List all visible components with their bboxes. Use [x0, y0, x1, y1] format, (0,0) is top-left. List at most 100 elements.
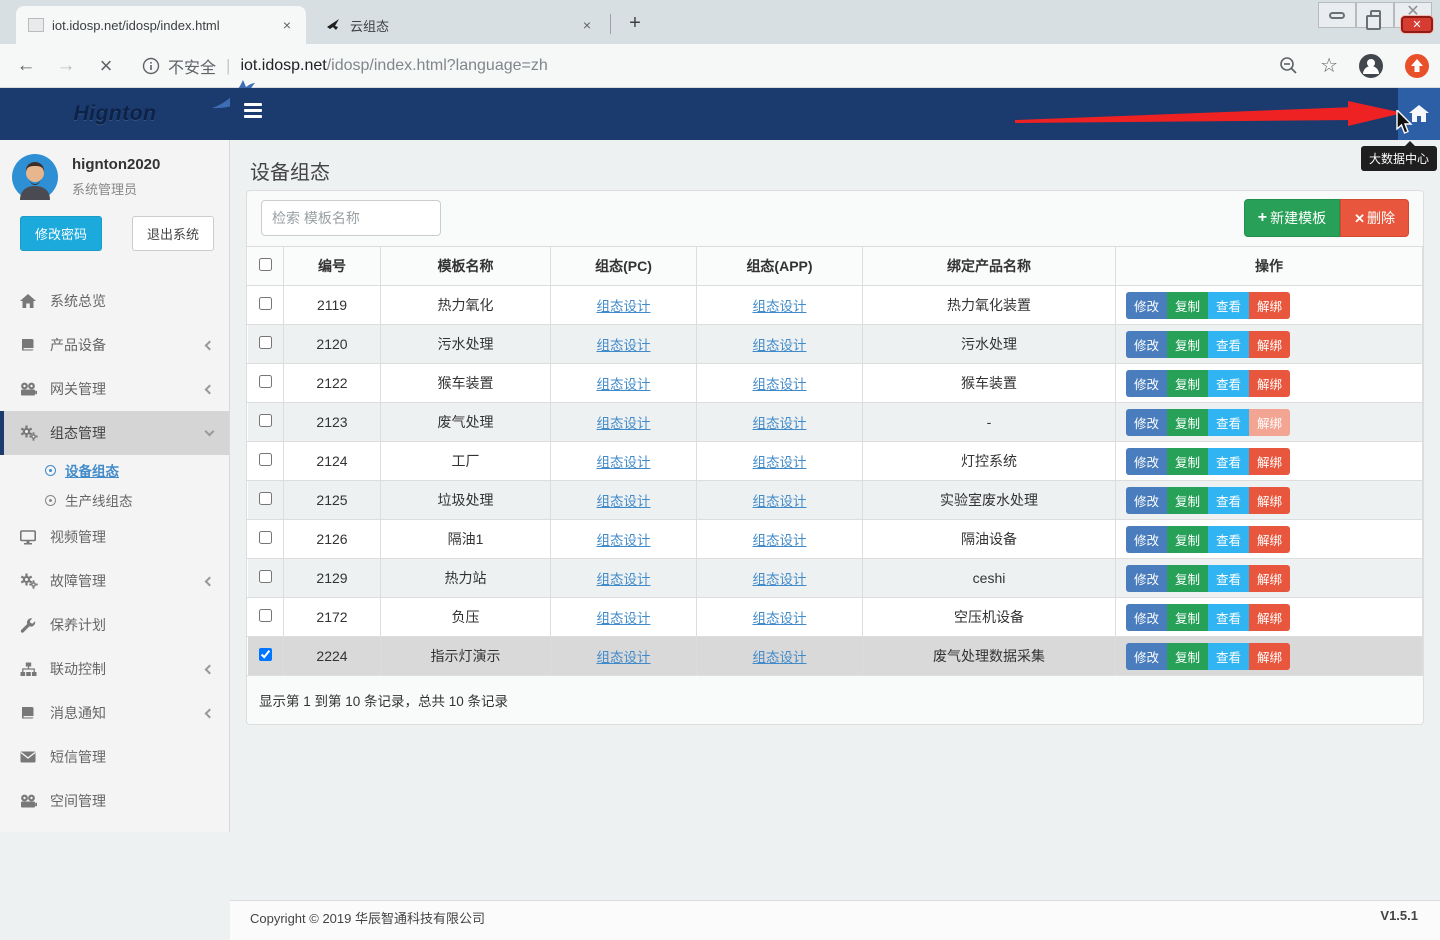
view-button[interactable]: 查看 — [1208, 604, 1249, 631]
pc-design-link[interactable]: 组态设计 — [597, 338, 651, 353]
view-button[interactable]: 查看 — [1208, 409, 1249, 436]
row-checkbox[interactable] — [259, 453, 272, 466]
bookmark-star-icon[interactable] — [1320, 53, 1338, 78]
app-design-link[interactable]: 组态设计 — [753, 455, 807, 470]
address-bar[interactable]: 不安全 | iot.idosp.net/idosp/index.html?lan… — [142, 54, 1258, 78]
new-tab-button[interactable] — [622, 10, 648, 36]
sidebar-item[interactable]: 消息通知 — [0, 691, 229, 735]
unbind-button[interactable]: 解绑 — [1249, 487, 1290, 514]
edit-button[interactable]: 修改 — [1126, 409, 1167, 436]
edit-button[interactable]: 修改 — [1126, 643, 1167, 670]
forward-button[interactable] — [52, 52, 80, 80]
app-design-link[interactable]: 组态设计 — [753, 494, 807, 509]
app-design-link[interactable]: 组态设计 — [753, 650, 807, 665]
copy-button[interactable]: 复制 — [1167, 565, 1208, 592]
view-button[interactable]: 查看 — [1208, 370, 1249, 397]
sidebar-item[interactable]: 视频管理 — [0, 515, 229, 559]
new-template-button[interactable]: 新建模板 — [1244, 199, 1340, 237]
zoom-icon[interactable] — [1278, 55, 1300, 77]
browser-update-icon[interactable] — [1404, 53, 1430, 79]
logout-button[interactable]: 退出系统 — [132, 216, 214, 251]
copy-button[interactable]: 复制 — [1167, 370, 1208, 397]
delete-button[interactable]: 删除 — [1340, 199, 1409, 237]
row-checkbox[interactable] — [259, 492, 272, 505]
edit-button[interactable]: 修改 — [1126, 565, 1167, 592]
unbind-button[interactable]: 解绑 — [1249, 331, 1290, 358]
view-button[interactable]: 查看 — [1208, 292, 1249, 319]
sidebar-subitem[interactable]: 生产线组态 — [0, 485, 229, 515]
app-design-link[interactable]: 组态设计 — [753, 299, 807, 314]
unbind-button[interactable]: 解绑 — [1249, 643, 1290, 670]
unbind-button[interactable]: 解绑 — [1249, 565, 1290, 592]
app-design-link[interactable]: 组态设计 — [753, 377, 807, 392]
close-button[interactable] — [1394, 2, 1432, 28]
sidebar-item[interactable]: 产品设备 — [0, 323, 229, 367]
pc-design-link[interactable]: 组态设计 — [597, 650, 651, 665]
unbind-button[interactable]: 解绑 — [1249, 604, 1290, 631]
minimize-button[interactable] — [1318, 2, 1356, 28]
sidebar-item[interactable]: 短信管理 — [0, 735, 229, 779]
copy-button[interactable]: 复制 — [1167, 643, 1208, 670]
back-button[interactable] — [12, 52, 40, 80]
sidebar-item[interactable]: 故障管理 — [0, 559, 229, 603]
row-checkbox[interactable] — [259, 570, 272, 583]
copy-button[interactable]: 复制 — [1167, 409, 1208, 436]
app-design-link[interactable]: 组态设计 — [753, 533, 807, 548]
row-checkbox[interactable] — [259, 414, 272, 427]
view-button[interactable]: 查看 — [1208, 487, 1249, 514]
row-checkbox[interactable] — [259, 297, 272, 310]
pc-design-link[interactable]: 组态设计 — [597, 611, 651, 626]
app-design-link[interactable]: 组态设计 — [753, 572, 807, 587]
view-button[interactable]: 查看 — [1208, 643, 1249, 670]
select-all-checkbox[interactable] — [259, 258, 272, 271]
sidebar-item[interactable]: 保养计划 — [0, 603, 229, 647]
edit-button[interactable]: 修改 — [1126, 526, 1167, 553]
pc-design-link[interactable]: 组态设计 — [597, 533, 651, 548]
row-checkbox[interactable] — [259, 336, 272, 349]
change-password-button[interactable]: 修改密码 — [20, 216, 102, 251]
copy-button[interactable]: 复制 — [1167, 487, 1208, 514]
app-design-link[interactable]: 组态设计 — [753, 416, 807, 431]
profile-avatar-icon[interactable] — [1358, 53, 1384, 79]
copy-button[interactable]: 复制 — [1167, 526, 1208, 553]
unbind-button[interactable]: 解绑 — [1249, 526, 1290, 553]
search-input[interactable] — [261, 200, 441, 236]
sidebar-subitem[interactable]: 设备组态 — [0, 455, 229, 485]
sidebar-item[interactable]: 联动控制 — [0, 647, 229, 691]
pc-design-link[interactable]: 组态设计 — [597, 572, 651, 587]
sidebar-item[interactable]: 空间管理 — [0, 779, 229, 823]
row-checkbox[interactable] — [259, 375, 272, 388]
copy-button[interactable]: 复制 — [1167, 331, 1208, 358]
stop-button[interactable] — [92, 52, 120, 80]
pc-design-link[interactable]: 组态设计 — [597, 455, 651, 470]
unbind-button[interactable]: 解绑 — [1249, 409, 1290, 436]
menu-toggle-icon[interactable] — [244, 103, 264, 125]
edit-button[interactable]: 修改 — [1126, 487, 1167, 514]
pc-design-link[interactable]: 组态设计 — [597, 494, 651, 509]
unbind-button[interactable]: 解绑 — [1249, 448, 1290, 475]
pc-design-link[interactable]: 组态设计 — [597, 416, 651, 431]
edit-button[interactable]: 修改 — [1126, 604, 1167, 631]
edit-button[interactable]: 修改 — [1126, 331, 1167, 358]
unbind-button[interactable]: 解绑 — [1249, 292, 1290, 319]
row-checkbox[interactable] — [259, 648, 272, 661]
sidebar-item[interactable]: 网关管理 — [0, 367, 229, 411]
copy-button[interactable]: 复制 — [1167, 292, 1208, 319]
user-avatar[interactable] — [12, 154, 58, 200]
copy-button[interactable]: 复制 — [1167, 604, 1208, 631]
edit-button[interactable]: 修改 — [1126, 292, 1167, 319]
tab-close-icon[interactable] — [278, 16, 296, 34]
row-checkbox[interactable] — [259, 609, 272, 622]
pc-design-link[interactable]: 组态设计 — [597, 299, 651, 314]
view-button[interactable]: 查看 — [1208, 448, 1249, 475]
view-button[interactable]: 查看 — [1208, 565, 1249, 592]
big-data-center-button[interactable] — [1398, 88, 1440, 140]
unbind-button[interactable]: 解绑 — [1249, 370, 1290, 397]
copy-button[interactable]: 复制 — [1167, 448, 1208, 475]
pc-design-link[interactable]: 组态设计 — [597, 377, 651, 392]
edit-button[interactable]: 修改 — [1126, 370, 1167, 397]
view-button[interactable]: 查看 — [1208, 526, 1249, 553]
browser-tab-cloud-scada[interactable]: 云组态 — [316, 6, 606, 44]
tab-close-icon[interactable] — [578, 16, 596, 34]
edit-button[interactable]: 修改 — [1126, 448, 1167, 475]
